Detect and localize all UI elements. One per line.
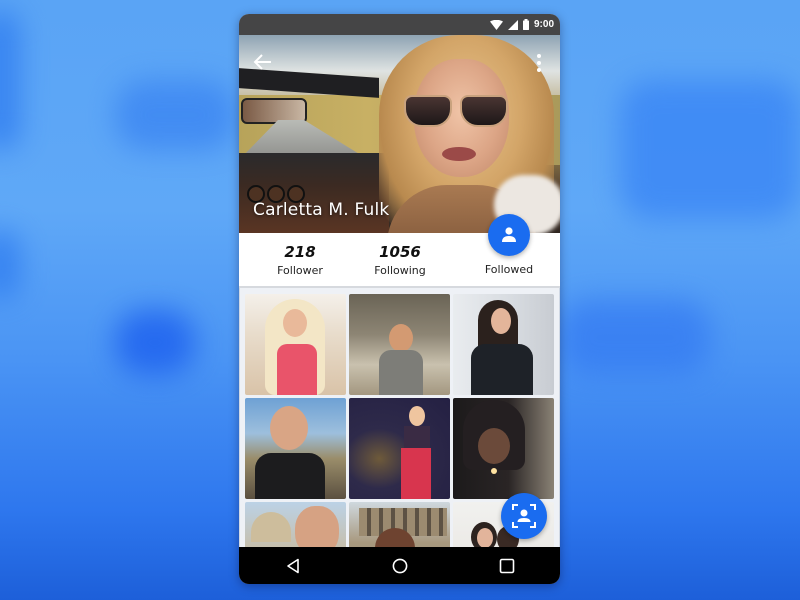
background-blob	[0, 230, 20, 300]
photo-subject-face	[478, 428, 510, 464]
wifi-icon	[489, 19, 503, 30]
follower-label: Follower	[277, 264, 323, 277]
photo-tile[interactable]	[245, 398, 346, 499]
photo-subject-face	[270, 406, 308, 450]
back-button[interactable]	[251, 50, 275, 74]
photo-subject-face	[477, 528, 493, 547]
follow-button[interactable]	[488, 214, 530, 256]
follower-count: 218	[284, 243, 316, 261]
battery-icon	[522, 19, 529, 30]
arrow-back-icon	[253, 54, 271, 70]
photo-tile[interactable]	[349, 398, 450, 499]
photo-subject-face	[389, 324, 413, 352]
face-scan-icon	[512, 504, 536, 528]
cell-signal-icon	[507, 19, 518, 30]
cover-dashboard	[239, 153, 389, 233]
photo-subject-face	[283, 309, 307, 337]
photo-subject-face	[409, 406, 425, 426]
photo-tile[interactable]	[453, 294, 554, 395]
photo-subject-face	[295, 506, 339, 547]
recents-square-icon	[499, 558, 514, 573]
cover-lens	[404, 95, 452, 127]
photo-subject-skirt	[401, 448, 431, 499]
more-vert-icon	[537, 54, 541, 72]
phone-screen: 9:00 Carletta M. Fulk 218 Follower 1056 …	[239, 14, 560, 584]
nav-recents-button[interactable]	[492, 551, 522, 581]
nav-home-button[interactable]	[385, 551, 415, 581]
system-nav-bar	[239, 547, 560, 584]
following-stat[interactable]: 1056 Following	[355, 243, 445, 277]
photo-subject-dress	[277, 344, 317, 395]
status-time: 9:00	[533, 19, 554, 30]
more-options-button[interactable]	[530, 52, 548, 74]
background-blob	[560, 300, 710, 375]
photo-tile[interactable]	[349, 502, 450, 547]
cover-lens	[460, 95, 508, 127]
following-label: Following	[374, 264, 426, 277]
back-triangle-icon	[286, 558, 299, 573]
photo-tile[interactable]	[245, 294, 346, 395]
profile-name: Carletta M. Fulk	[253, 200, 390, 220]
background-blob	[620, 80, 800, 220]
photo-tile[interactable]	[453, 398, 554, 499]
photo-subject-body	[471, 344, 533, 395]
follower-stat[interactable]: 218 Follower	[255, 243, 345, 277]
followed-label: Followed	[484, 263, 534, 276]
photo-tile[interactable]	[349, 294, 450, 395]
cover-sunglasses	[404, 95, 509, 127]
photo-tile[interactable]	[245, 502, 346, 547]
following-count: 1056	[379, 243, 421, 261]
home-circle-icon	[392, 558, 407, 573]
background-blob	[115, 80, 235, 150]
photo-dome	[251, 512, 291, 542]
person-icon	[502, 227, 516, 242]
background-blob	[115, 310, 195, 375]
photo-subject-body	[255, 453, 325, 499]
face-scan-button[interactable]	[501, 493, 547, 539]
photo-subject-body	[379, 350, 423, 395]
background-blob	[0, 10, 20, 150]
photo-subject-face	[491, 308, 511, 334]
photo-lighter-flame	[491, 468, 497, 474]
cover-lips	[442, 147, 476, 161]
photo-subject-top	[404, 426, 430, 448]
nav-back-button[interactable]	[278, 551, 308, 581]
status-bar: 9:00	[239, 14, 560, 35]
